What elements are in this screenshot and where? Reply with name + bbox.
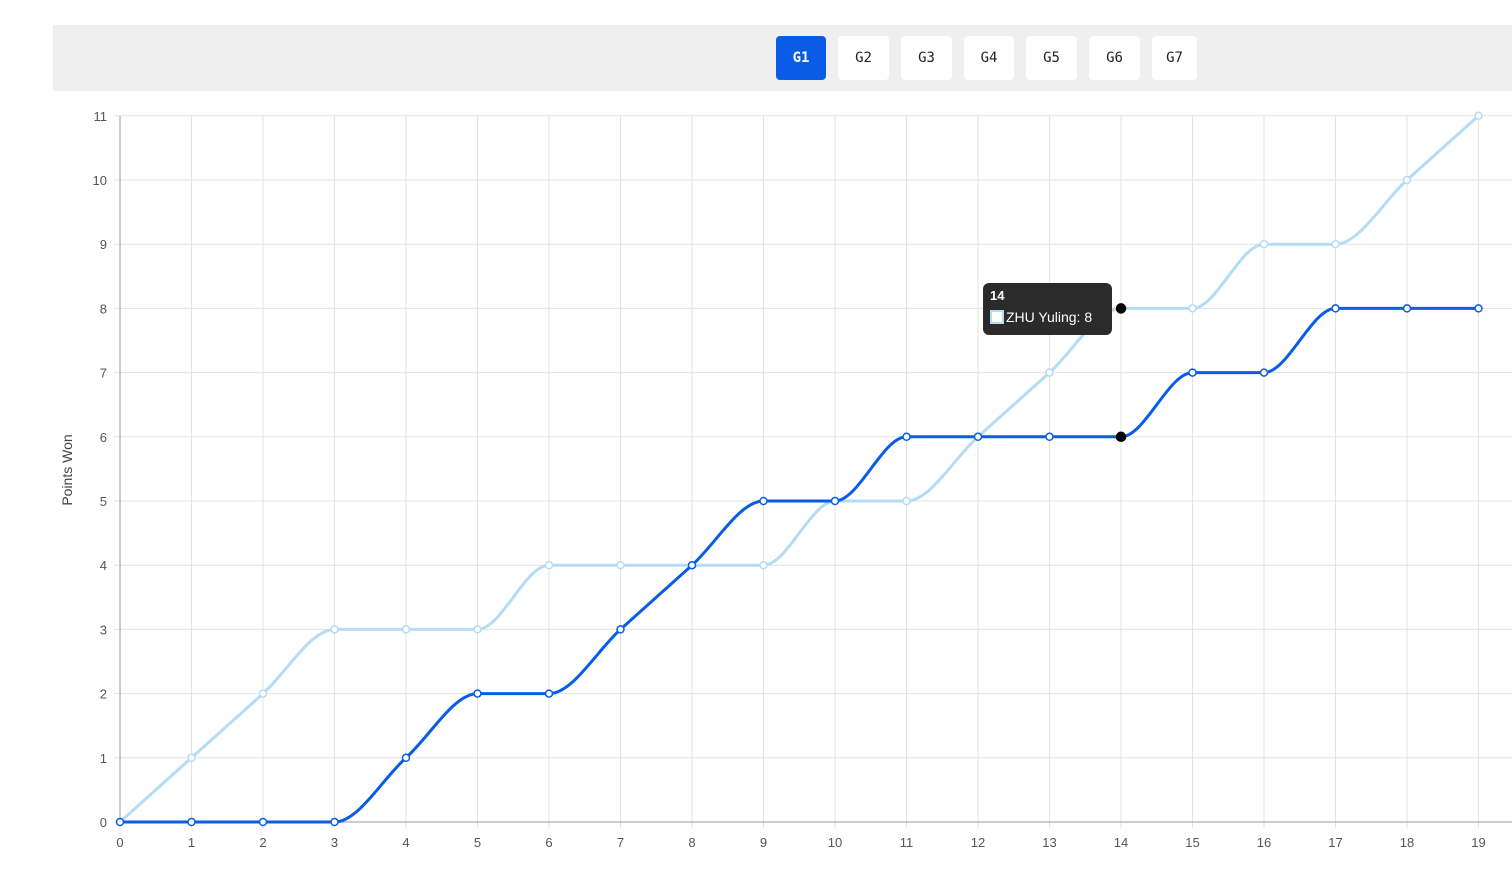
y-tick-label: 2 (100, 687, 107, 702)
y-tick-label: 11 (94, 109, 108, 124)
x-tick-label: 19 (1471, 835, 1485, 850)
series-line (118, 114, 1480, 824)
data-point[interactable] (1045, 432, 1054, 442)
x-tick-label: 2 (259, 835, 266, 850)
x-tick-label: 1 (188, 835, 195, 850)
x-tick-label: 11 (900, 835, 914, 850)
y-tick-label: 6 (100, 430, 107, 445)
y-tick-label: 0 (100, 815, 107, 830)
x-tick-label: 7 (617, 835, 624, 850)
data-point[interactable] (115, 817, 125, 827)
data-point[interactable] (473, 689, 482, 698)
data-point[interactable] (330, 817, 339, 827)
y-tick-label: 10 (93, 173, 107, 188)
y-axis-label: Points Won (59, 434, 75, 505)
y-tick-label: 8 (100, 301, 107, 316)
x-tick-label: 0 (116, 835, 123, 850)
data-point[interactable] (1259, 368, 1269, 377)
y-tick-label: 1 (100, 751, 107, 766)
x-tick-label: 15 (1185, 835, 1199, 850)
data-point[interactable] (1474, 111, 1483, 121)
data-point[interactable] (187, 817, 196, 827)
data-point[interactable] (1259, 239, 1269, 249)
data-point[interactable] (616, 560, 625, 570)
x-tick-label: 17 (1328, 835, 1342, 850)
data-point[interactable] (1402, 304, 1412, 313)
data-point[interactable] (616, 625, 625, 634)
x-tick-label: 18 (1400, 835, 1414, 850)
tooltip-swatch (990, 310, 1004, 324)
data-point[interactable] (544, 689, 554, 698)
x-tick-label: 4 (402, 835, 409, 850)
data-point[interactable] (1331, 239, 1340, 249)
data-point[interactable] (1331, 304, 1340, 313)
grid (114, 115, 1512, 828)
data-point[interactable] (902, 496, 911, 506)
y-tick-label: 7 (100, 366, 107, 381)
tooltip-title: 14 (990, 288, 1005, 303)
data-point[interactable] (759, 496, 768, 506)
tooltip-row: ZHU Yuling: 8 (990, 309, 1105, 325)
data-point[interactable] (1188, 304, 1197, 313)
data-point[interactable] (1115, 303, 1127, 314)
data-point[interactable] (1115, 431, 1127, 443)
y-tick-label: 9 (100, 237, 107, 252)
data-point[interactable] (258, 817, 268, 827)
x-tick-label: 14 (1114, 835, 1128, 850)
data-point[interactable] (1402, 175, 1412, 185)
data-point[interactable] (401, 625, 411, 634)
tooltip: 14 ZHU Yuling: 8 (983, 283, 1112, 335)
data-point[interactable] (902, 432, 911, 442)
data-point[interactable] (1474, 304, 1483, 313)
x-tick-label: 8 (688, 835, 695, 850)
x-tick-label: 10 (828, 835, 842, 850)
data-point[interactable] (1188, 368, 1197, 377)
data-point[interactable] (759, 560, 768, 570)
data-point[interactable] (187, 753, 196, 763)
points-won-chart: 0 1 2 3 4 5 6 7 8 9 10 11 12 13 14 15 16 17 18 190123456789… (59, 109, 1512, 850)
x-tick-label: 16 (1257, 835, 1271, 850)
data-point[interactable] (830, 496, 840, 506)
axes: 0 1 2 3 4 5 6 7 8 9 10 11 12 13 14 15 16 17 18 190123456789… (93, 109, 1512, 850)
x-tick-label: 12 (971, 835, 985, 850)
data-point[interactable] (473, 625, 482, 634)
series-0 (115, 111, 1483, 827)
x-tick-label: 5 (474, 835, 481, 850)
data-point[interactable] (687, 560, 697, 570)
y-tick-label: 4 (100, 558, 107, 573)
tooltip-label: ZHU Yuling: 8 (1006, 309, 1093, 325)
x-tick-label: 6 (545, 835, 552, 850)
y-tick-label: 5 (100, 494, 107, 509)
x-tick-label: 13 (1042, 835, 1056, 850)
series-group (115, 111, 1483, 827)
data-point[interactable] (973, 432, 983, 442)
x-tick-label: 9 (760, 835, 767, 850)
data-point[interactable] (1045, 368, 1054, 377)
x-tick-label: 3 (331, 835, 338, 850)
data-point[interactable] (401, 753, 411, 763)
y-tick-label: 3 (100, 622, 107, 637)
data-point[interactable] (330, 625, 339, 634)
data-point[interactable] (544, 560, 554, 570)
data-point[interactable] (258, 689, 268, 698)
